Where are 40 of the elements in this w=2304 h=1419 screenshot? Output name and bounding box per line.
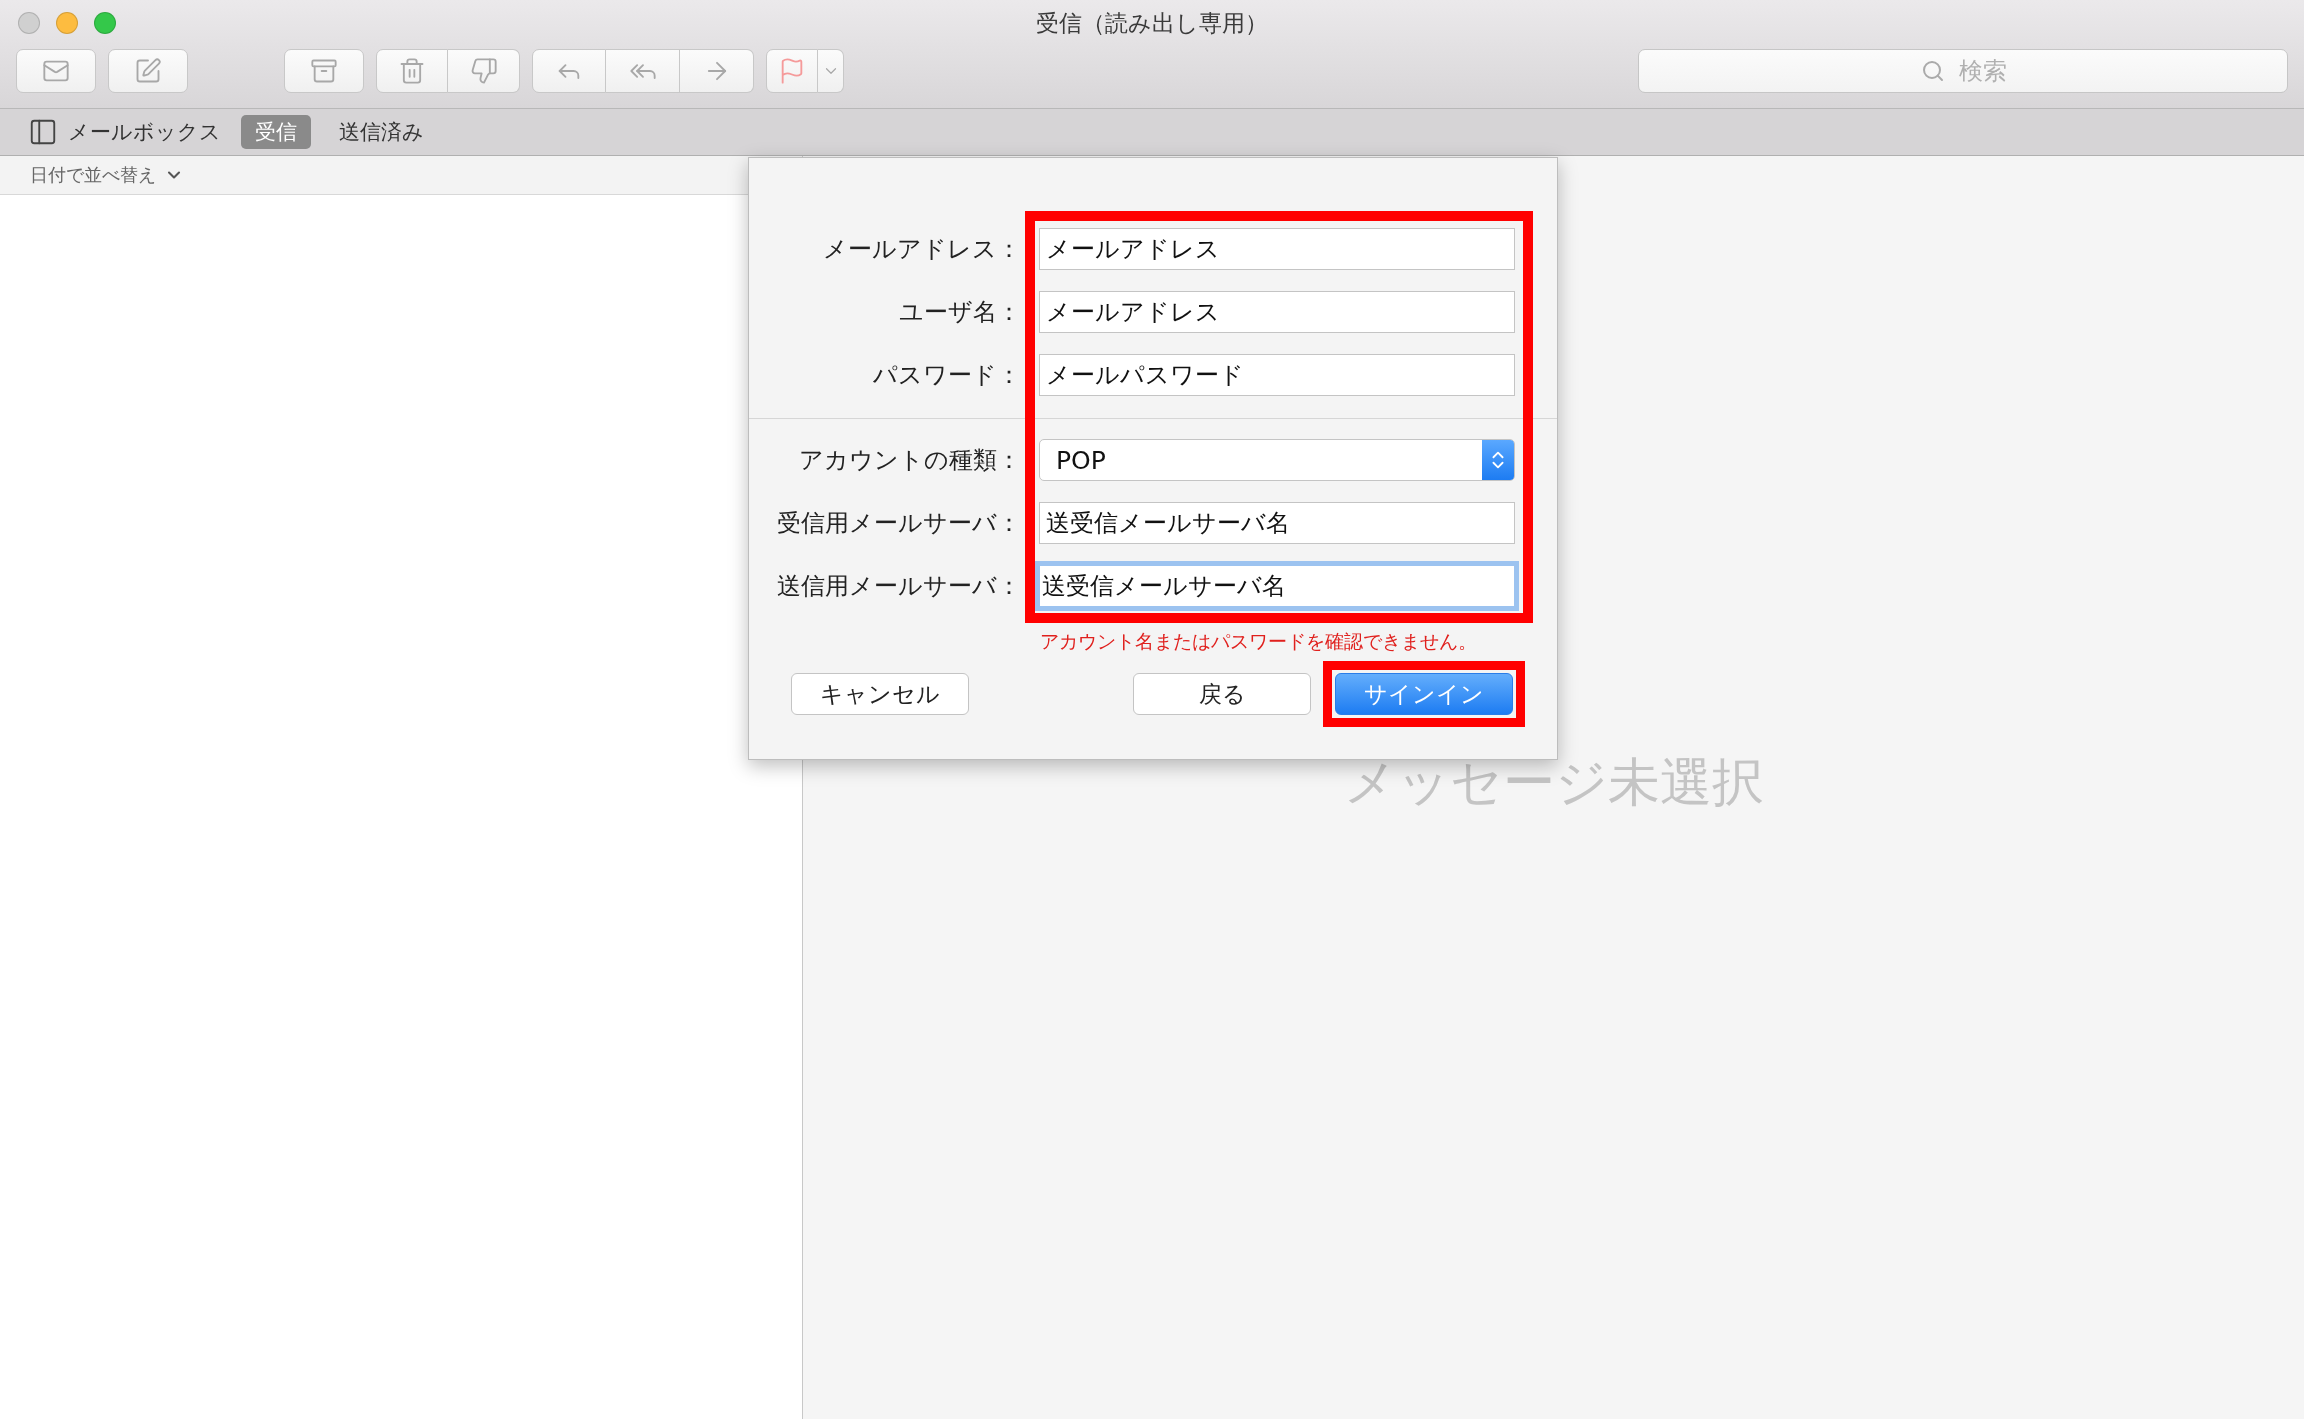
archive-icon (310, 57, 338, 85)
close-window-button[interactable] (18, 12, 40, 34)
field-label: アカウントの種類： (798, 445, 1021, 476)
cancel-button[interactable]: キャンセル (791, 673, 969, 715)
field-label: パスワード： (872, 360, 1021, 391)
input-field[interactable]: メールアドレス (1039, 228, 1515, 270)
sidebar-icon (28, 117, 58, 147)
sort-menu[interactable]: 日付で並べ替え (30, 163, 184, 187)
reply-all-button[interactable] (606, 49, 680, 93)
junk-button[interactable] (448, 49, 520, 93)
window-title: 受信（読み出し専用） (1036, 8, 1268, 38)
mailbox-tab[interactable]: 送信済み (325, 115, 438, 149)
input-field[interactable]: メールアドレス (1039, 291, 1515, 333)
compose-button[interactable] (108, 49, 188, 93)
field-label: メールアドレス： (822, 234, 1021, 265)
minimize-window-button[interactable] (56, 12, 78, 34)
forward-button[interactable] (680, 49, 754, 93)
stepper-icon (1482, 440, 1514, 480)
mailboxes-button[interactable]: メールボックス (28, 117, 227, 147)
input-field[interactable]: 送受信メールサーバ名 (1039, 502, 1515, 544)
archive-button[interactable] (284, 49, 364, 93)
field-label: ユーザ名： (898, 297, 1021, 328)
junk-icon (469, 57, 498, 85)
account-type-popup[interactable]: POP (1039, 439, 1515, 481)
trash-button[interactable] (376, 49, 448, 93)
flag-button[interactable] (766, 49, 818, 93)
back-button[interactable]: 戻る (1133, 673, 1311, 715)
zoom-window-button[interactable] (94, 12, 116, 34)
compose-icon (134, 57, 162, 85)
error-message: アカウント名またはパスワードを確認できません。 (1040, 629, 1478, 654)
get-mail-button[interactable] (16, 49, 96, 93)
flag-menu-button[interactable] (818, 49, 844, 93)
reply-button[interactable] (532, 49, 606, 93)
trash-icon (398, 57, 426, 85)
input-field[interactable]: メールパスワード (1039, 354, 1515, 396)
field-label: 受信用メールサーバ： (776, 508, 1021, 539)
field-label: 送信用メールサーバ： (776, 571, 1021, 602)
search-field[interactable]: 検索 (1638, 49, 2288, 93)
input-field[interactable]: 送受信メールサーバ名 (1035, 561, 1519, 611)
search-icon (1921, 59, 1945, 83)
